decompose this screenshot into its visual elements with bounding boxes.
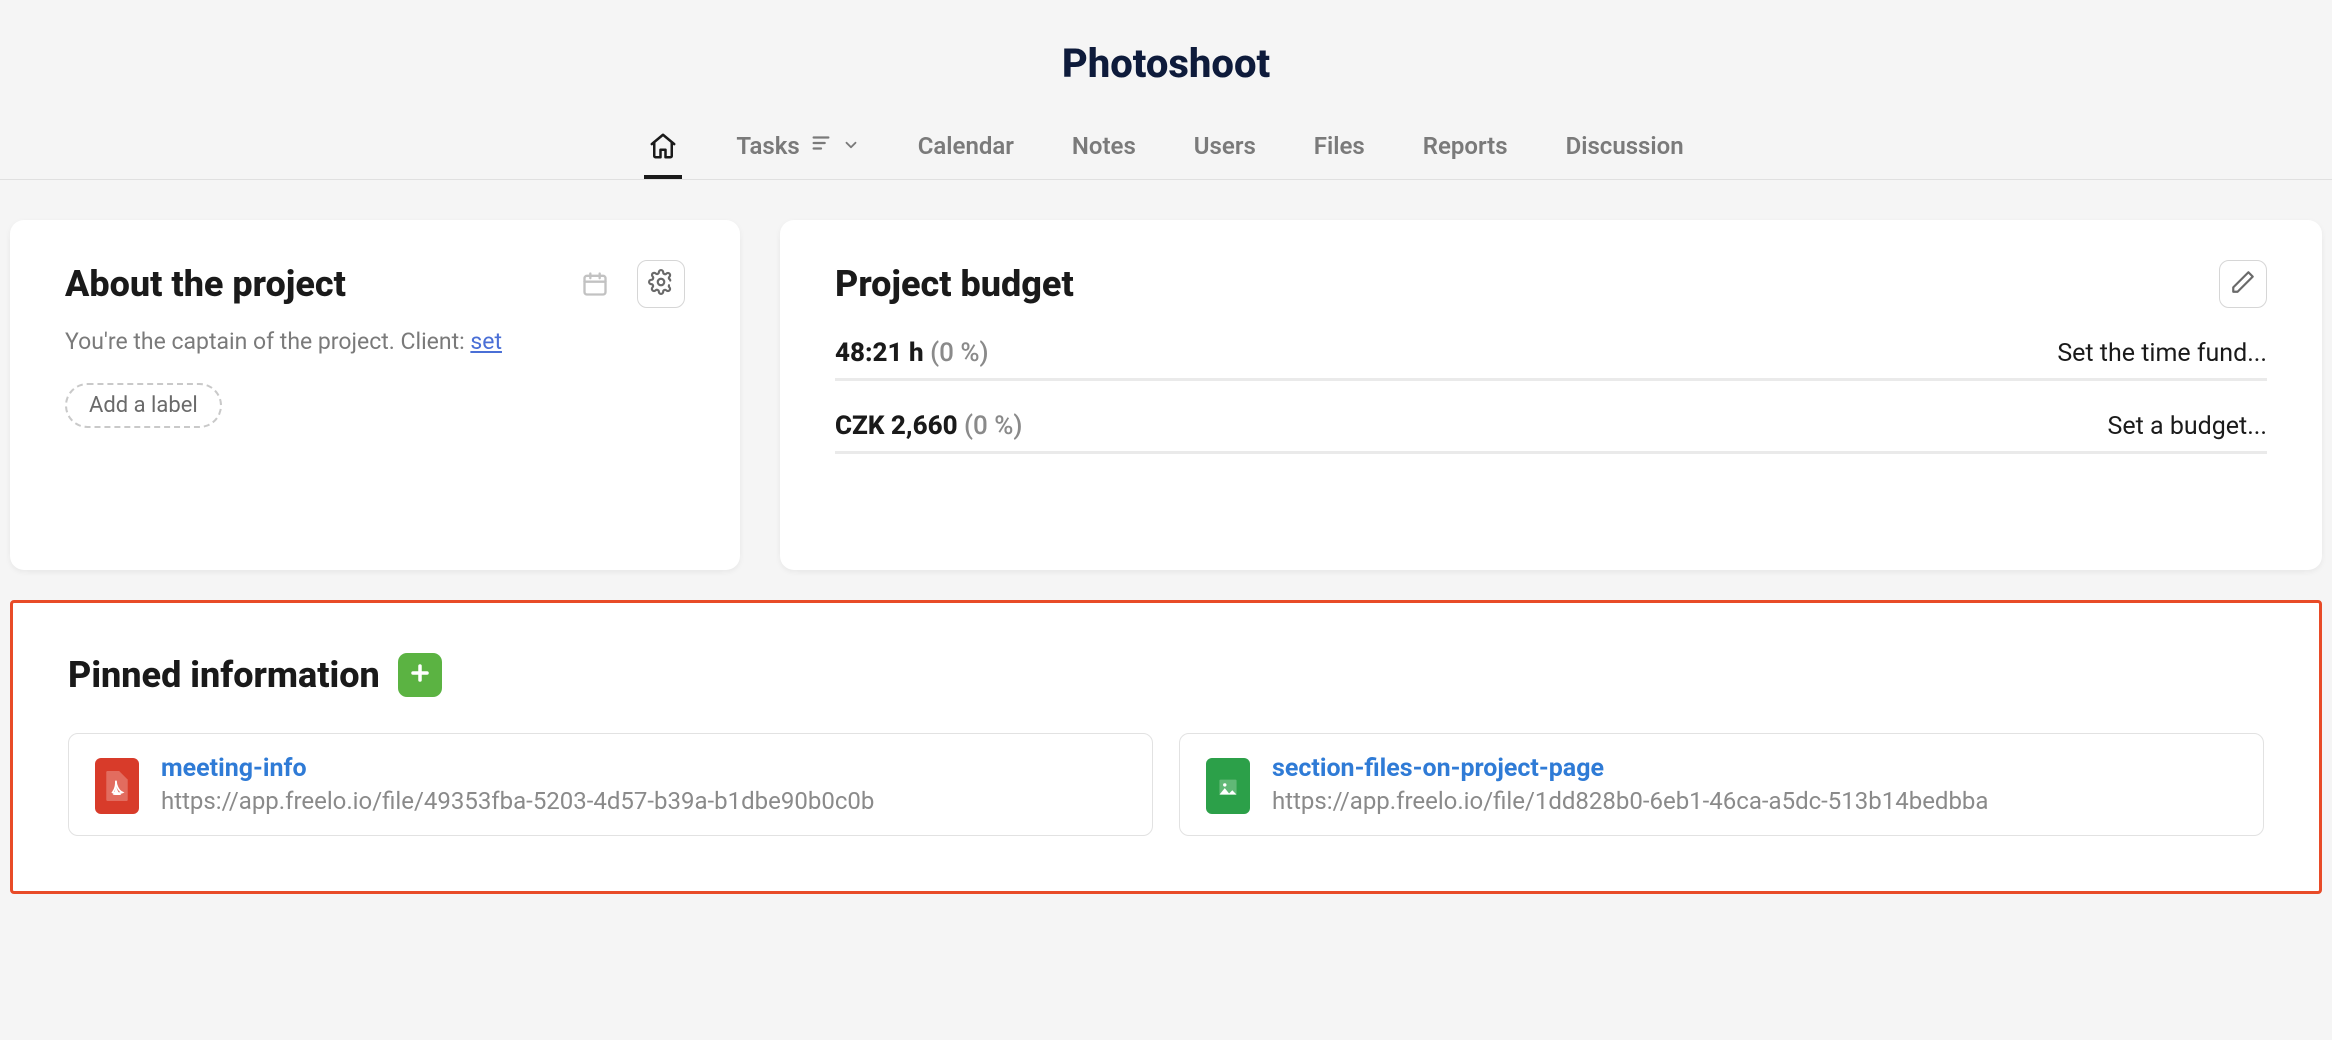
set-time-fund-link[interactable]: Set the time fund... [2057,339,2267,368]
pinned-item-name: meeting-info [161,754,874,783]
tab-tasks[interactable]: Tasks [732,118,863,178]
tab-notes[interactable]: Notes [1068,118,1140,178]
pdf-file-icon [95,758,139,814]
set-budget-link[interactable]: Set a budget... [2108,412,2267,441]
tab-home[interactable] [644,117,682,179]
pinned-item-url: https://app.freelo.io/file/49353fba-5203… [161,787,874,815]
tab-label: Tasks [736,132,799,160]
pinned-title: Pinned information [68,654,380,696]
budget-value: 48:21 h [835,338,924,368]
edit-budget-button[interactable] [2219,260,2267,308]
add-pinned-button[interactable] [398,653,442,697]
image-file-icon [1206,758,1250,814]
budget-pct: (0 %) [964,411,1022,441]
budget-row-time: 48:21 h (0 %) Set the time fund... [835,338,2267,381]
tab-label: Reports [1423,132,1508,160]
budget-value: CZK 2,660 [835,411,958,441]
about-card: About the project You're the captain of … [10,220,740,570]
budget-row-money: CZK 2,660 (0 %) Set a budget... [835,411,2267,454]
gear-icon [648,269,674,299]
about-title: About the project [65,263,346,305]
budget-card: Project budget 48:21 h (0 %) Set the tim… [780,220,2322,570]
calendar-icon[interactable] [571,260,619,308]
set-client-link[interactable]: set [470,328,502,355]
tab-discussion[interactable]: Discussion [1562,118,1688,178]
budget-title: Project budget [835,263,1074,305]
tab-label: Users [1194,132,1256,160]
add-label-button[interactable]: Add a label [65,383,222,428]
pinned-item[interactable]: meeting-info https://app.freelo.io/file/… [68,733,1153,836]
home-icon [648,131,678,161]
about-caption: You're the captain of the project. Clien… [65,328,685,355]
tab-files[interactable]: Files [1310,118,1369,178]
settings-button[interactable] [637,260,685,308]
pinned-item-url: https://app.freelo.io/file/1dd828b0-6eb1… [1272,787,1988,815]
pencil-icon [2230,269,2256,299]
pinned-item-name: section-files-on-project-page [1272,754,1988,783]
budget-pct: (0 %) [930,338,988,368]
chevron-down-icon [842,132,860,160]
page-title: Photoshoot [0,40,2332,87]
pinned-section: Pinned information meeting-info https://… [10,600,2322,894]
tab-reports[interactable]: Reports [1419,118,1512,178]
list-icon [810,132,832,160]
pinned-item[interactable]: section-files-on-project-page https://ap… [1179,733,2264,836]
tab-calendar[interactable]: Calendar [914,118,1018,178]
tab-label: Discussion [1566,132,1684,160]
tab-label: Files [1314,132,1365,160]
plus-icon [408,661,432,689]
tab-label: Notes [1072,132,1136,160]
tabs: Tasks Calendar Notes Users Files Reports… [0,117,2332,179]
tab-users[interactable]: Users [1190,118,1260,178]
tab-label: Calendar [918,132,1014,160]
